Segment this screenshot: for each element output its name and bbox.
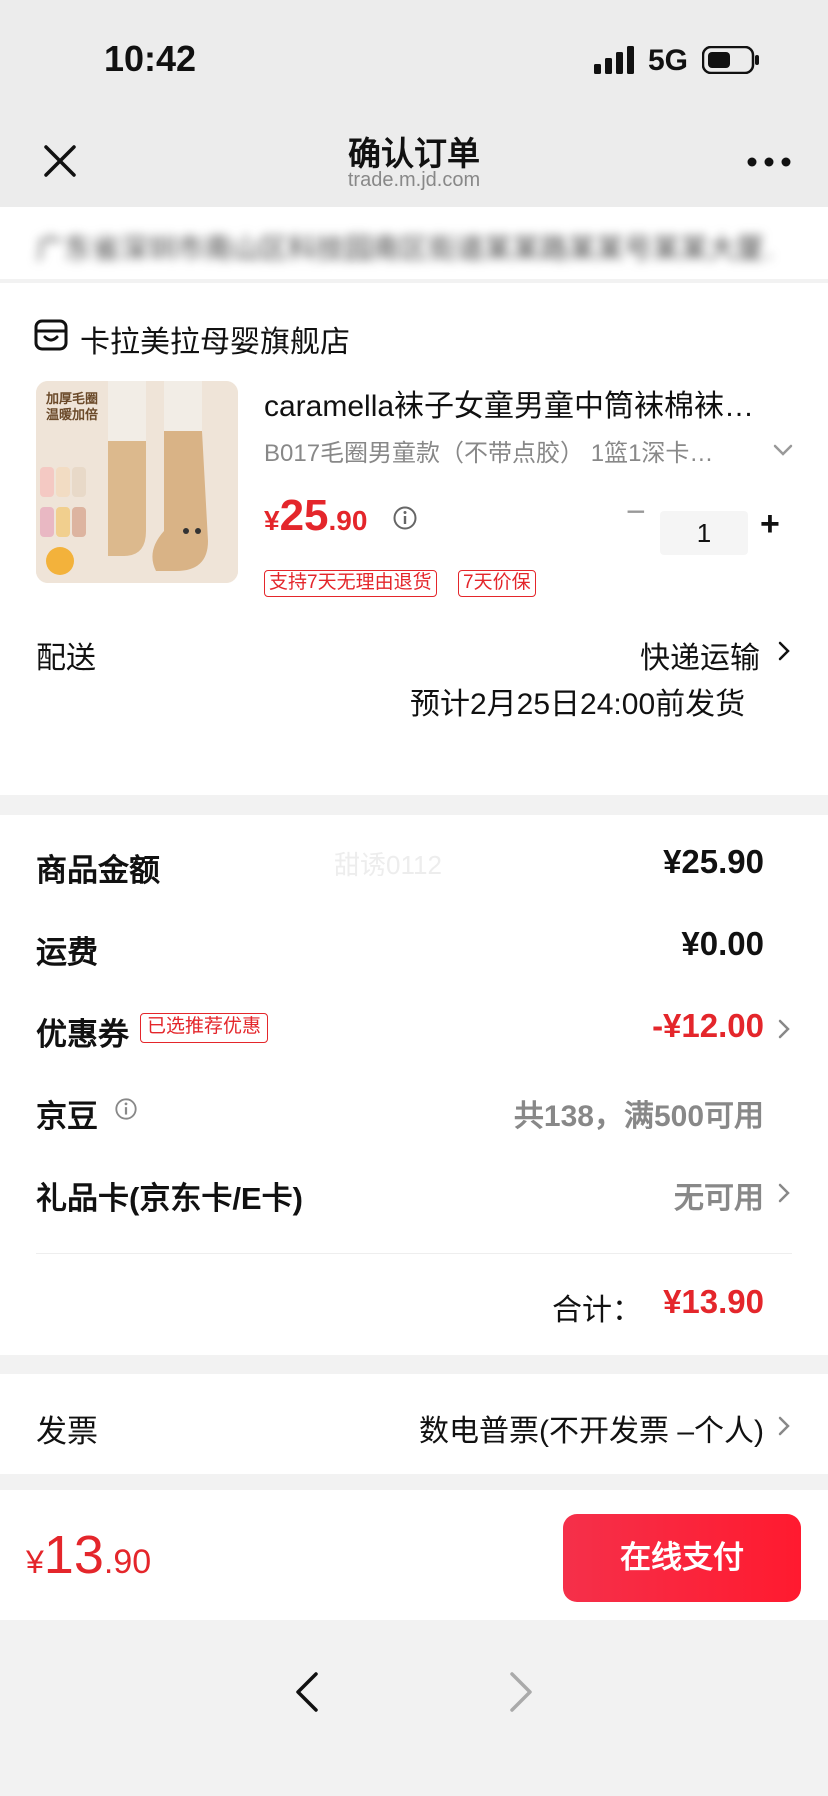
gift-card-value[interactable]: 无可用 xyxy=(674,1173,764,1217)
chevron-right-icon[interactable] xyxy=(778,641,790,661)
chevron-right-icon[interactable] xyxy=(778,1183,790,1203)
bottom-total-price: ¥13.90 xyxy=(26,1525,152,1585)
coupon-value[interactable]: -¥12.00 xyxy=(652,1007,764,1045)
delivery-method-link[interactable]: 快递运输 xyxy=(640,633,760,677)
network-label: 5G xyxy=(648,44,689,77)
total-value: ¥13.90 xyxy=(663,1283,764,1320)
price-summary-card: 甜诱0112 商品金额 ¥25.90 运费 ¥0.00 优惠券 已选推荐优惠 -… xyxy=(0,815,828,1355)
checkout-bar: ¥13.90 在线支付 xyxy=(0,1490,828,1620)
invoice-label: 发票 xyxy=(36,1414,98,1449)
store-icon xyxy=(34,319,68,351)
forward-arrow-icon[interactable] xyxy=(506,1670,536,1714)
quantity-increase-button[interactable]: + xyxy=(760,505,780,544)
gift-card-label: 礼品卡(京东卡/E卡) xyxy=(36,1181,303,1216)
signal-icon xyxy=(594,46,634,74)
jd-beans-value: 共138，满500可用 xyxy=(513,1100,764,1133)
back-arrow-icon[interactable] xyxy=(292,1670,322,1714)
status-bar: 10:42 5G xyxy=(0,0,828,115)
coupon-label: 优惠券 xyxy=(36,1017,129,1052)
product-image[interactable]: 加厚毛圈 温暖加倍 xyxy=(36,381,238,583)
quantity-decrease-button[interactable]: − xyxy=(626,493,646,532)
product-spec[interactable]: B017毛圈男童款（不带点胶） 1篮1深卡… xyxy=(264,433,754,468)
browser-nav xyxy=(0,1620,828,1796)
page-url: trade.m.jd.com xyxy=(347,169,481,191)
image-caption: 加厚毛圈 温暖加倍 xyxy=(46,391,99,422)
jd-beans-label: 京豆 xyxy=(36,1099,98,1134)
product-title[interactable]: caramella袜子女童男童中筒袜棉袜… xyxy=(264,381,784,425)
address-text: 广东省深圳市南山区科技园南区街道某某路某某号某某大厦… xyxy=(36,233,776,264)
info-icon[interactable] xyxy=(114,1097,138,1121)
watermark: 甜诱0112 xyxy=(334,850,442,880)
goods-amount-value: ¥25.90 xyxy=(663,843,764,880)
return-policy-tag: 支持7天无理由退货 xyxy=(264,570,437,597)
quantity-input[interactable]: 1 xyxy=(660,511,748,555)
delivery-eta: 预计2月25日24:00前发货 xyxy=(410,688,746,721)
delivery-label: 配送 xyxy=(36,642,96,675)
page-title: 确认订单 xyxy=(348,135,480,172)
more-icon[interactable] xyxy=(746,155,792,169)
address-strip[interactable]: 广东省深圳市南山区科技园南区街道某某路某某号某某大厦… xyxy=(0,207,828,279)
product-price: ¥25.90 xyxy=(264,491,368,540)
chevron-right-icon[interactable] xyxy=(778,1416,790,1436)
store-name[interactable]: 卡拉美拉母婴旗舰店 xyxy=(80,317,350,361)
order-item-card: 卡拉美拉母婴旗舰店 加厚毛圈 温暖加倍 caramella袜子女童男童中筒袜棉袜… xyxy=(0,283,828,795)
nav-bar: 确认订单 trade.m.jd.com xyxy=(0,115,828,207)
chevron-down-icon[interactable] xyxy=(772,443,794,457)
goods-amount-label: 商品金额 xyxy=(36,853,160,888)
shipping-fee-label: 运费 xyxy=(36,935,98,970)
info-icon[interactable] xyxy=(392,505,418,531)
shipping-fee-value: ¥0.00 xyxy=(681,925,764,962)
chevron-right-icon[interactable] xyxy=(778,1019,790,1039)
coupon-tag: 已选推荐优惠 xyxy=(140,1013,269,1043)
divider xyxy=(36,1253,792,1254)
invoice-row[interactable]: 发票 数电普票(不开发票 –个人) xyxy=(0,1374,828,1474)
status-time: 10:42 xyxy=(104,38,197,79)
invoice-value[interactable]: 数电普票(不开发票 –个人) xyxy=(419,1406,764,1450)
battery-icon xyxy=(702,46,759,74)
pay-online-button[interactable]: 在线支付 xyxy=(563,1514,801,1602)
total-label: 合计： xyxy=(552,1294,642,1327)
price-protect-tag: 7天价保 xyxy=(458,570,536,597)
